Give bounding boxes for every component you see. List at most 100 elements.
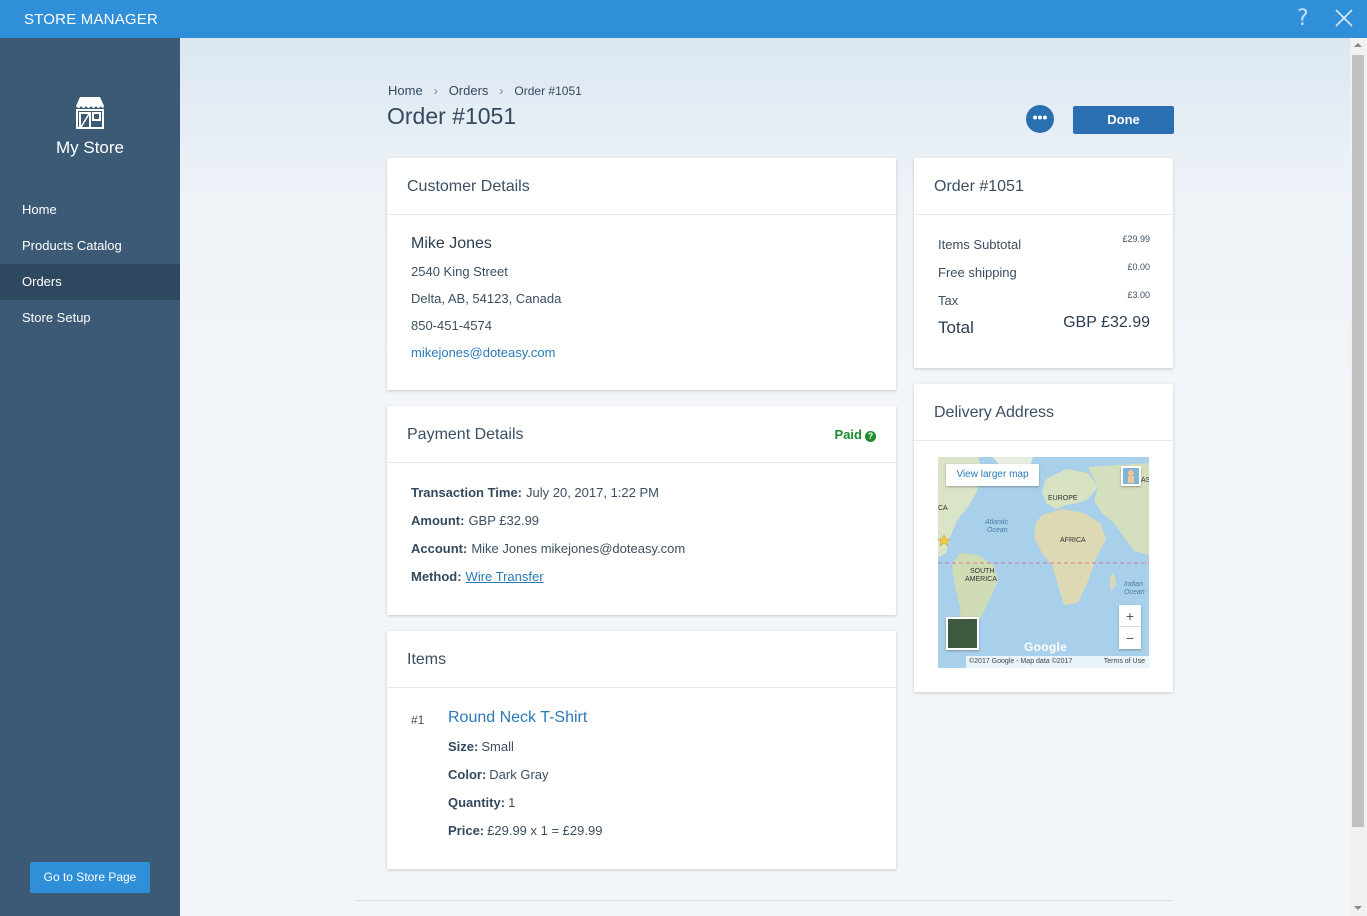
map-label-indian: Indian bbox=[1124, 581, 1144, 588]
item-quantity-row: Quantity: 1 bbox=[448, 795, 515, 810]
item-color-value: Dark Gray bbox=[489, 767, 549, 782]
card-heading: Customer Details bbox=[387, 158, 896, 215]
help-circle-icon[interactable]: ? bbox=[865, 431, 876, 442]
zoom-out-button[interactable]: − bbox=[1119, 627, 1141, 649]
order-summary-card: Order #1051 Items Subtotal £29.99 Free s… bbox=[914, 158, 1173, 368]
total-value: GBP £32.99 bbox=[1063, 314, 1150, 331]
customer-street: 2540 King Street bbox=[411, 264, 508, 279]
payment-details-card: Payment Details Paid? Transaction Time: J… bbox=[387, 406, 896, 615]
subtotal-label: Items Subtotal bbox=[938, 237, 1022, 252]
done-button[interactable]: Done bbox=[1073, 106, 1174, 134]
sidebar-nav: Home Products Catalog Orders Store Setup bbox=[0, 192, 180, 336]
google-logo: Google bbox=[1024, 640, 1068, 654]
sidebar-item-orders[interactable]: Orders bbox=[0, 264, 180, 300]
transaction-time-row: Transaction Time: July 20, 2017, 1:22 PM bbox=[411, 485, 659, 500]
customer-details-card: Customer Details Mike Jones 2540 King St… bbox=[387, 158, 896, 390]
map-zoom-control: + − bbox=[1119, 605, 1141, 649]
delivery-address-card: Delivery Address EUROPE AFRICA Atlantic bbox=[914, 384, 1173, 692]
map-data-credit: ©2017 Google - Map data ©2017 bbox=[969, 658, 1073, 665]
customer-city: Delta, AB, 54123, Canada bbox=[411, 291, 562, 306]
paid-status-badge: Paid? bbox=[835, 406, 876, 463]
map-label-america: AMERICA bbox=[965, 576, 997, 583]
account-value: Mike Jones mikejones@doteasy.com bbox=[471, 541, 686, 556]
method-link[interactable]: Wire Transfer bbox=[466, 569, 544, 584]
page-title: Order #1051 bbox=[387, 103, 517, 129]
map-label-indian-ocean: Ocean bbox=[1124, 589, 1145, 596]
item-price-value: £29.99 x 1 = £29.99 bbox=[487, 823, 603, 838]
sidebar: My Store Home Products Catalog Orders St… bbox=[0, 38, 180, 916]
store-name: My Store bbox=[55, 138, 125, 157]
sidebar-item-products-catalog[interactable]: Products Catalog bbox=[0, 228, 180, 264]
breadcrumb-home[interactable]: Home bbox=[388, 83, 423, 98]
item-quantity-label: Quantity: bbox=[448, 795, 506, 810]
transaction-time-value: July 20, 2017, 1:22 PM bbox=[526, 485, 659, 500]
item-price-label: Price: bbox=[448, 823, 485, 838]
tax-label: Tax bbox=[938, 293, 959, 308]
account-label: Account: bbox=[411, 541, 468, 556]
zoom-in-button[interactable]: + bbox=[1119, 605, 1141, 627]
items-card: Items #1 Round Neck T-Shirt Size: Small C… bbox=[387, 631, 896, 869]
amount-row: Amount: GBP £32.99 bbox=[411, 513, 539, 528]
help-icon[interactable]: ? bbox=[1297, 6, 1309, 31]
item-size-row: Size: Small bbox=[448, 739, 514, 754]
card-heading: Items bbox=[387, 631, 896, 688]
map-label-atlantic-ocean: Ocean bbox=[987, 527, 1008, 534]
street-view-pegman-icon[interactable] bbox=[1121, 466, 1141, 486]
paid-status-label: Paid bbox=[834, 427, 862, 442]
vertical-scrollbar[interactable] bbox=[1350, 38, 1367, 916]
item-color-label: Color: bbox=[448, 767, 487, 782]
customer-email-link[interactable]: mikejones@doteasy.com bbox=[411, 345, 555, 360]
breadcrumb: Home › Orders › Order #1051 bbox=[388, 82, 582, 98]
item-quantity-value: 1 bbox=[508, 795, 516, 810]
map-label-atlantic: Atlantic bbox=[985, 519, 1008, 526]
sidebar-item-home[interactable]: Home bbox=[0, 192, 180, 228]
item-color-row: Color: Dark Gray bbox=[448, 767, 549, 782]
account-row: Account: Mike Jones mikejones@doteasy.com bbox=[411, 541, 685, 556]
close-icon[interactable] bbox=[1334, 8, 1354, 28]
map-label-africa: AFRICA bbox=[1060, 537, 1086, 544]
terms-of-use-link[interactable]: Terms of Use bbox=[1104, 656, 1145, 668]
chevron-right-icon: › bbox=[499, 83, 504, 98]
go-to-store-page-button[interactable]: Go to Store Page bbox=[30, 862, 150, 893]
card-heading: Order #1051 bbox=[914, 158, 1173, 215]
item-size-label: Size: bbox=[448, 739, 479, 754]
more-options-button[interactable]: ••• bbox=[1026, 105, 1054, 133]
map-attribution: ©2017 Google - Map data ©2017 Terms of Us… bbox=[966, 656, 1149, 668]
title-bar: STORE MANAGER ? bbox=[0, 0, 1367, 38]
breadcrumb-orders[interactable]: Orders bbox=[449, 83, 489, 98]
total-label: Total bbox=[938, 318, 974, 337]
item-name-link[interactable]: Round Neck T-Shirt bbox=[448, 709, 587, 727]
breadcrumb-current: Order #1051 bbox=[514, 83, 582, 98]
view-larger-map-link[interactable]: View larger map bbox=[946, 464, 1039, 486]
shipping-label: Free shipping bbox=[938, 265, 1017, 280]
satellite-toggle-button[interactable] bbox=[946, 617, 979, 650]
chevron-right-icon: › bbox=[433, 83, 438, 98]
app-title: STORE MANAGER bbox=[24, 11, 159, 28]
payment-heading: Payment Details bbox=[407, 426, 524, 443]
amount-value: GBP £32.99 bbox=[468, 513, 540, 528]
delivery-map[interactable]: EUROPE AFRICA Atlantic Ocean SOUTH AMERI… bbox=[938, 457, 1149, 668]
item-price-row: Price: £29.99 x 1 = £29.99 bbox=[448, 823, 602, 838]
tax-value: £3.00 bbox=[1127, 290, 1150, 300]
map-label-south: SOUTH bbox=[970, 568, 995, 575]
scrollbar-thumb[interactable] bbox=[1352, 55, 1364, 827]
amount-label: Amount: bbox=[411, 513, 465, 528]
store-icon bbox=[76, 97, 104, 129]
subtotal-value: £29.99 bbox=[1122, 234, 1150, 244]
sidebar-item-store-setup[interactable]: Store Setup bbox=[0, 300, 180, 336]
map-label-ca: CA bbox=[938, 505, 948, 512]
shipping-value: £0.00 bbox=[1127, 262, 1150, 272]
customer-phone: 850-451-4574 bbox=[411, 318, 492, 333]
customer-name: Mike Jones bbox=[411, 235, 492, 252]
item-number: #1 bbox=[411, 713, 425, 727]
scroll-down-arrow-icon[interactable] bbox=[1354, 906, 1362, 910]
method-label: Method: bbox=[411, 569, 462, 584]
card-heading: Payment Details Paid? bbox=[387, 406, 896, 463]
map-label-as: AS bbox=[1141, 477, 1149, 484]
divider bbox=[355, 900, 1173, 901]
card-heading: Delivery Address bbox=[914, 384, 1173, 441]
method-row: Method: Wire Transfer bbox=[411, 569, 544, 584]
transaction-time-label: Transaction Time: bbox=[411, 485, 523, 500]
item-size-value: Small bbox=[481, 739, 514, 754]
scroll-up-arrow-icon[interactable] bbox=[1354, 43, 1362, 47]
